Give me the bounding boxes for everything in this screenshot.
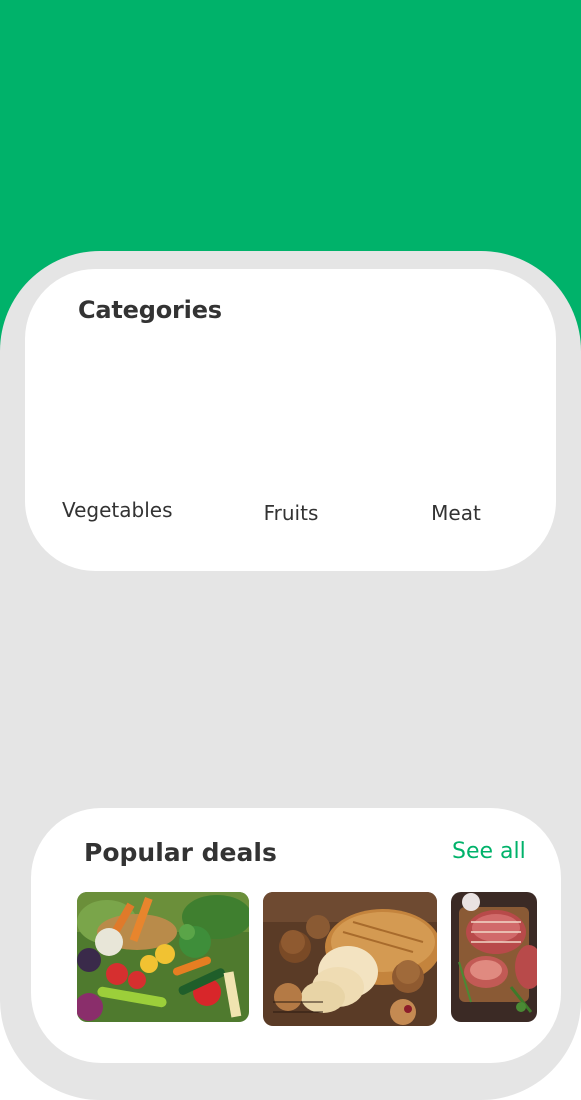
deal-card-vegetables[interactable] xyxy=(77,892,249,1022)
deal-card-bakery[interactable] xyxy=(263,892,437,1026)
category-meat[interactable]: Meat xyxy=(420,501,492,525)
see-all-link[interactable]: See all xyxy=(452,839,526,864)
vegetables-basket-image xyxy=(77,892,249,1022)
deal-card-meat[interactable] xyxy=(451,892,537,1022)
category-vegetables[interactable]: Vegetables xyxy=(62,498,173,522)
bread-and-pastries-image xyxy=(263,892,437,1026)
category-fruits[interactable]: Fruits xyxy=(250,501,332,525)
raw-meat-image xyxy=(451,892,537,1022)
popular-deals-title: Popular deals xyxy=(84,838,277,867)
categories-title: Categories xyxy=(78,296,222,324)
